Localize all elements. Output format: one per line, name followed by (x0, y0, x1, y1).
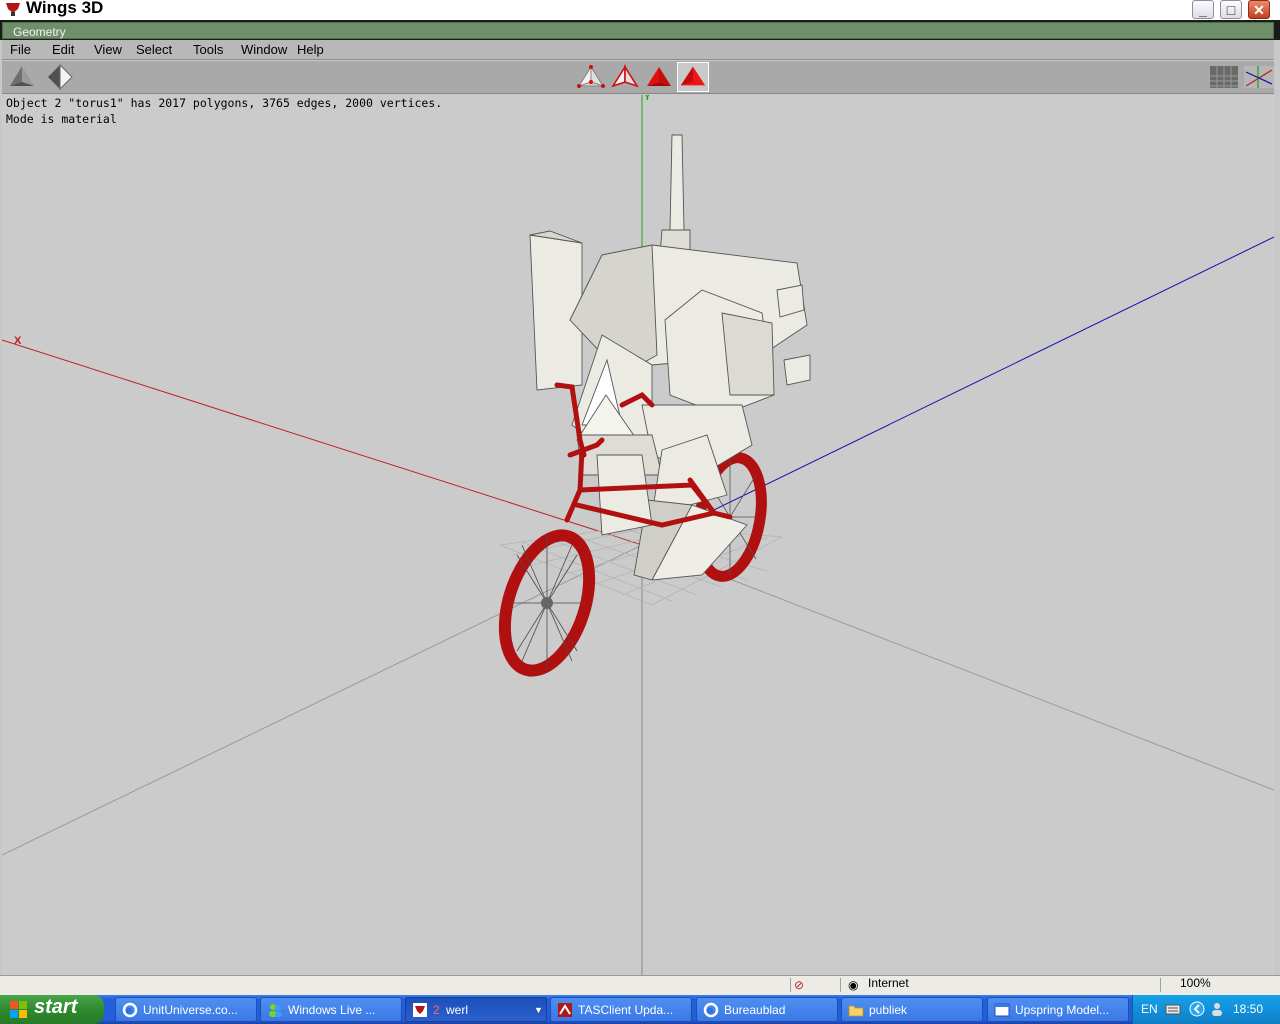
selection-info: Object 2 "torus1" has 2017 polygons, 376… (6, 96, 443, 110)
keyboard-icon[interactable] (1165, 1001, 1181, 1017)
bike-front-wheel (498, 529, 596, 677)
status-strip: ⊘ ◉ Internet 100% (0, 975, 1280, 995)
zone-label: Internet (868, 976, 909, 990)
svg-text:e: e (126, 1005, 132, 1017)
maximize-icon: □ (1226, 2, 1236, 18)
task-label: publiek (869, 1003, 908, 1017)
edge-mode-icon[interactable] (609, 62, 641, 92)
menu-file[interactable]: File (10, 42, 31, 57)
erlang-icon (413, 1003, 427, 1017)
task-label: Upspring Model... (1015, 1003, 1110, 1017)
ie-icon: e (703, 1002, 719, 1018)
maximize-button[interactable]: □ (1220, 0, 1242, 19)
status-separator (840, 978, 841, 992)
task-label: Bureaublad (724, 1003, 786, 1017)
wings-app-icon[interactable] (4, 1, 22, 17)
status-separator (790, 978, 791, 992)
system-tray: EN 18:50 (1132, 995, 1280, 1024)
user-status-icon[interactable] (1209, 1001, 1225, 1017)
blocked-icon: ⊘ (794, 978, 805, 992)
menu-select[interactable]: Select (136, 42, 172, 57)
group-arrow-icon: ▼ (534, 1005, 543, 1015)
menu-help[interactable]: Help (297, 42, 324, 57)
menu-edit[interactable]: Edit (52, 42, 74, 57)
face-mode-icon[interactable] (643, 62, 675, 92)
task-count: 2 (433, 1003, 440, 1017)
z-axis-negative-line (2, 544, 643, 856)
smooth-preview-icon[interactable] (6, 62, 38, 92)
task-bureaublad[interactable]: e Bureaublad (696, 997, 838, 1022)
task-upspring[interactable]: Upspring Model... (987, 997, 1129, 1022)
wireframe-toggle-icon[interactable] (42, 62, 74, 92)
zoom-level[interactable]: 100% (1180, 976, 1211, 990)
globe-icon: ◉ (848, 978, 859, 992)
groundplane-icon[interactable] (1208, 62, 1240, 92)
x-axis-negative-line (641, 544, 1274, 791)
toolbar (2, 61, 1274, 94)
task-label: Windows Live ... (288, 1003, 376, 1017)
task-werl[interactable]: 2 werl ▼ (405, 997, 547, 1022)
close-button[interactable]: ✕ (1248, 0, 1270, 19)
menu-view[interactable]: View (94, 42, 122, 57)
task-windows-live[interactable]: Windows Live ... (260, 997, 402, 1022)
minimize-icon: _ (1199, 2, 1207, 18)
close-icon: ✕ (1253, 2, 1265, 18)
title-bar: Wings 3D _ □ ✕ (0, 0, 1280, 20)
menu-bar: File Edit View Select Tools Window Help (2, 40, 1274, 60)
y-axis-label: Y (644, 95, 651, 103)
taskbar: start e UnitUniverse.co... Windows Live … (0, 995, 1280, 1024)
svg-text:e: e (707, 1005, 713, 1017)
folder-icon (848, 1005, 864, 1017)
start-button[interactable]: start (0, 995, 104, 1024)
window-title: Wings 3D (26, 0, 104, 17)
mode-info: Mode is material (6, 112, 117, 126)
minimize-button[interactable]: _ (1192, 0, 1214, 19)
task-label: TASClient Upda... (578, 1003, 674, 1017)
3d-viewport[interactable]: Object 2 "torus1" has 2017 polygons, 376… (2, 95, 1274, 975)
task-publiek[interactable]: publiek (841, 997, 983, 1022)
ie-icon: e (122, 1002, 138, 1018)
task-label: werl (446, 1003, 469, 1017)
window-icon (994, 1003, 1010, 1017)
menu-tools[interactable]: Tools (193, 42, 223, 57)
messenger-icon (269, 1004, 282, 1017)
menu-window[interactable]: Window (241, 42, 287, 57)
language-indicator[interactable]: EN (1141, 1002, 1158, 1016)
axes-toggle-icon[interactable] (1242, 62, 1274, 92)
vertex-mode-icon[interactable] (575, 62, 607, 92)
geometry-bar: Geometry (0, 20, 1280, 40)
task-unituniverse[interactable]: e UnitUniverse.co... (115, 997, 257, 1022)
show-hidden-icons-chevron[interactable] (1189, 1001, 1205, 1017)
body-mode-icon[interactable] (677, 62, 709, 92)
geometry-label: Geometry (13, 25, 66, 39)
task-label: UnitUniverse.co... (143, 1003, 238, 1017)
clock[interactable]: 18:50 (1233, 1002, 1263, 1016)
geometry-bar-inner[interactable]: Geometry (2, 22, 1274, 39)
start-label: start (34, 996, 78, 1018)
x-axis-label: X (14, 335, 22, 347)
status-separator (1160, 978, 1161, 992)
tasclient-icon (558, 1003, 572, 1017)
viewport-scene[interactable] (2, 95, 1274, 975)
task-tasclient[interactable]: TASClient Upda... (550, 997, 692, 1022)
windows-flag-icon (10, 1001, 27, 1018)
